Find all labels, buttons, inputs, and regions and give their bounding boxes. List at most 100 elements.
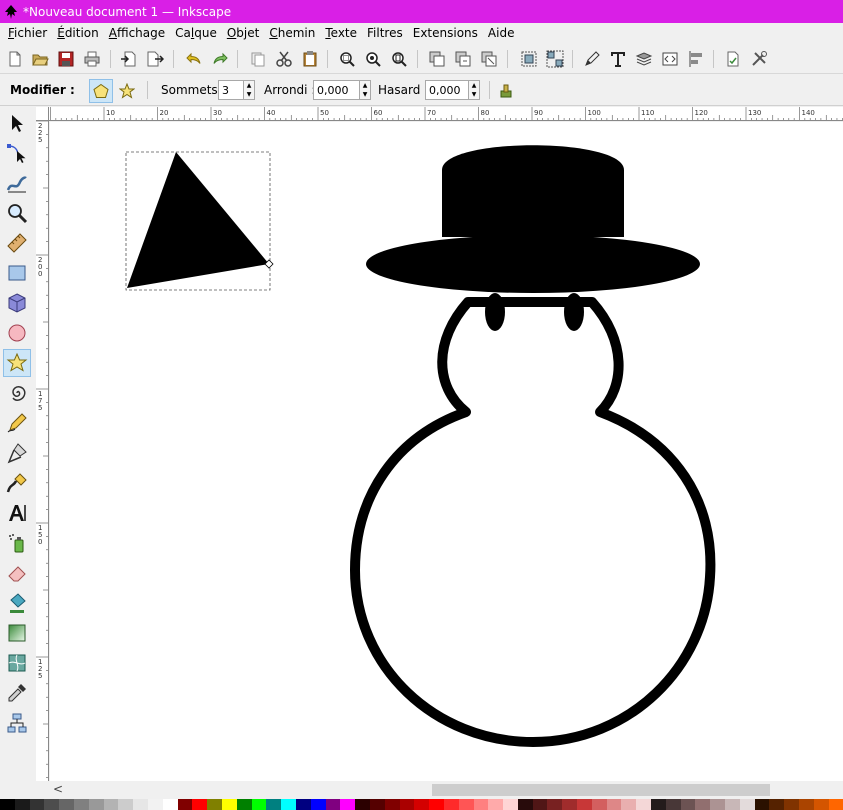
menu-chemin[interactable]: Chemin [264,23,320,44]
menu-calque[interactable]: Calque [170,23,222,44]
color-swatch[interactable] [147,799,163,810]
color-swatch[interactable] [103,799,119,810]
arrondi-input[interactable] [313,80,360,100]
star-polygon-tool[interactable] [3,349,31,377]
export-icon[interactable] [144,48,166,70]
polygon-mode-button[interactable] [89,79,113,103]
color-swatch[interactable] [488,799,504,810]
text-tool[interactable] [3,499,31,527]
color-swatch[interactable] [680,799,696,810]
hat-crown[interactable] [442,145,624,237]
color-swatch[interactable] [443,799,459,810]
color-swatch[interactable] [784,799,800,810]
drawing-canvas[interactable] [50,122,843,781]
pencil-tool[interactable] [3,409,31,437]
connector-tool[interactable] [3,709,31,737]
xml-editor-icon[interactable] [659,48,681,70]
color-swatch[interactable] [355,799,370,810]
snowman-eye-right[interactable] [564,293,584,331]
color-swatch[interactable] [221,799,237,810]
selector-tool[interactable] [3,109,31,137]
zoom-tool[interactable] [3,199,31,227]
calligraphy-tool[interactable] [3,469,31,497]
snowman-body[interactable] [350,297,716,747]
color-swatch[interactable] [606,799,622,810]
undo-icon[interactable] [183,48,205,70]
color-swatch[interactable] [73,799,89,810]
color-swatch[interactable] [207,799,222,810]
hasard-spinbox[interactable]: ▲▼ [425,80,480,100]
color-swatch[interactable] [813,799,829,810]
mesh-tool[interactable] [3,649,31,677]
color-swatch[interactable] [503,799,518,810]
ellipse-tool[interactable] [3,319,31,347]
arrondi-spinbox[interactable]: ▲▼ [313,80,371,100]
spray-tool[interactable] [3,529,31,557]
color-swatch[interactable] [769,799,785,810]
color-swatch[interactable] [754,799,770,810]
save-document-icon[interactable] [55,48,77,70]
color-swatch[interactable] [799,799,814,810]
color-swatch[interactable] [236,799,252,810]
color-swatch[interactable] [369,799,385,810]
color-swatch[interactable] [251,799,267,810]
color-swatch[interactable] [414,799,430,810]
ungroup-icon[interactable] [544,48,566,70]
clone-icon[interactable] [452,48,474,70]
color-swatch[interactable] [532,799,548,810]
color-swatch[interactable] [310,799,326,810]
spiral-tool[interactable] [3,379,31,407]
sommets-spinbox[interactable]: ▲▼ [218,80,255,100]
color-swatch[interactable] [828,799,843,810]
color-swatch[interactable] [399,799,415,810]
snowman-eye-left[interactable] [485,293,505,331]
color-swatch[interactable] [133,799,148,810]
color-swatch[interactable] [651,799,666,810]
color-swatch[interactable] [547,799,563,810]
menu-texte[interactable]: Texte [320,23,362,44]
color-swatch[interactable] [162,799,178,810]
reset-defaults-button[interactable] [494,79,518,103]
decrement-arrow-icon[interactable]: ▼ [469,90,479,99]
node-tool[interactable] [3,139,31,167]
color-swatch[interactable] [0,799,15,810]
import-icon[interactable] [118,48,140,70]
pen-tool[interactable] [3,439,31,467]
menu-filtres[interactable]: Filtres [362,23,408,44]
print-icon[interactable] [81,48,103,70]
color-swatch[interactable] [710,799,726,810]
color-swatch[interactable] [695,799,711,810]
triangle-shape[interactable] [127,152,269,288]
unlink-clone-icon[interactable] [478,48,500,70]
color-swatch[interactable] [118,799,134,810]
color-swatch[interactable] [88,799,104,810]
horizontal-scrollbar[interactable]: < [49,781,843,799]
color-swatch[interactable] [14,799,30,810]
menu-aide[interactable]: Aide [483,23,520,44]
color-swatch[interactable] [429,799,444,810]
horizontal-ruler[interactable]: 10 20 30 40 50 60 70 80 90 100 110 120 130 140 [49,107,843,121]
document-properties-icon[interactable] [722,48,744,70]
color-swatch[interactable] [384,799,400,810]
menu-objet[interactable]: Objet [222,23,265,44]
paste-icon[interactable] [299,48,321,70]
eraser-tool[interactable] [3,559,31,587]
dropper-tool[interactable] [3,679,31,707]
align-distribute-icon[interactable] [685,48,707,70]
layers-icon[interactable] [633,48,655,70]
group-icon[interactable] [518,48,540,70]
snowman-drawing[interactable] [350,145,716,747]
text-font-icon[interactable] [607,48,629,70]
increment-arrow-icon[interactable]: ▲ [244,81,254,90]
zoom-drawing-icon[interactable] [362,48,384,70]
menu-extensions[interactable]: Extensions [408,23,483,44]
color-swatch[interactable] [295,799,311,810]
color-swatch[interactable] [562,799,578,810]
fill-stroke-icon[interactable] [581,48,603,70]
open-document-icon[interactable] [29,48,51,70]
scroll-left-icon[interactable]: < [53,782,63,796]
color-swatch[interactable] [192,799,208,810]
cut-icon[interactable] [273,48,295,70]
color-swatch[interactable] [517,799,533,810]
gradient-tool[interactable] [3,619,31,647]
